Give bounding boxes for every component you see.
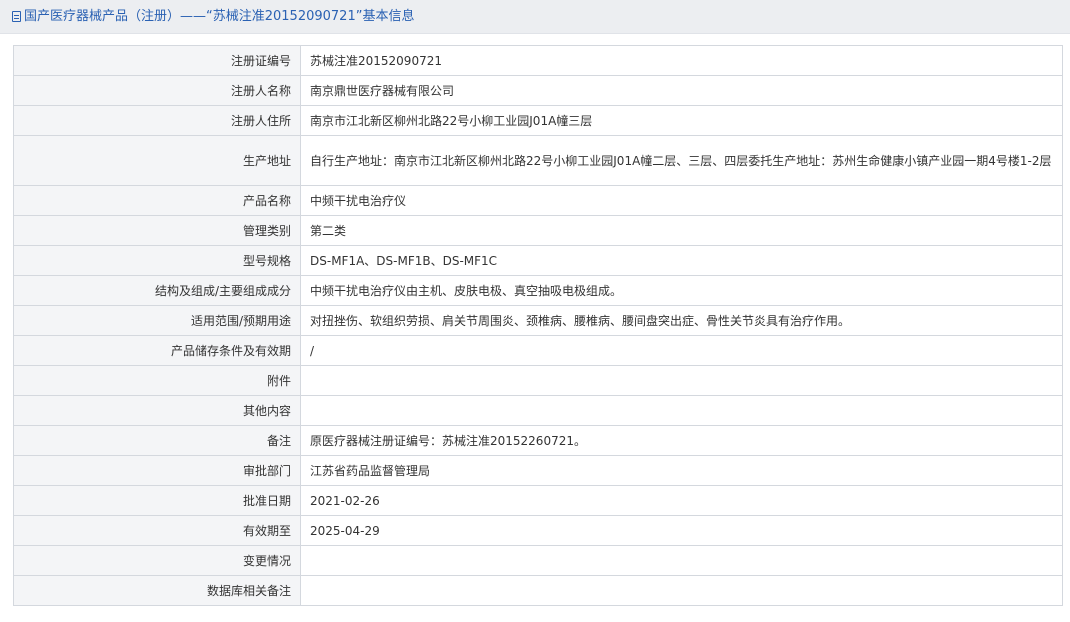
row-label: 产品名称	[13, 185, 301, 216]
row-value: 第二类	[300, 215, 1063, 246]
table-row: 变更情况	[13, 545, 1063, 576]
table-row: 注册人住所 南京市江北新区柳州北路22号小柳工业园J01A幢三层	[13, 105, 1063, 136]
table-row: 产品名称 中频干扰电治疗仪	[13, 185, 1063, 216]
row-label: 审批部门	[13, 455, 301, 486]
info-table-container: 注册证编号 苏械注准20152090721 注册人名称 南京鼎世医疗器械有限公司…	[13, 45, 1063, 606]
table-row: 适用范围/预期用途 对扭挫伤、软组织劳损、肩关节周围炎、颈椎病、腰椎病、腰间盘突…	[13, 305, 1063, 336]
table-row: 有效期至 2025-04-29	[13, 515, 1063, 546]
row-value: 南京市江北新区柳州北路22号小柳工业园J01A幢三层	[300, 105, 1063, 136]
row-value: 2025-04-29	[300, 515, 1063, 546]
row-value: 2021-02-26	[300, 485, 1063, 516]
table-row: 管理类别 第二类	[13, 215, 1063, 246]
row-value: 原医疗器械注册证编号：苏械注准20152260721。	[300, 425, 1063, 456]
document-icon	[12, 11, 21, 22]
row-label: 管理类别	[13, 215, 301, 246]
table-row: 批准日期 2021-02-26	[13, 485, 1063, 516]
row-value: 南京鼎世医疗器械有限公司	[300, 75, 1063, 106]
row-label: 批准日期	[13, 485, 301, 516]
row-value: 江苏省药品监督管理局	[300, 455, 1063, 486]
table-row: 产品储存条件及有效期 /	[13, 335, 1063, 366]
row-value: 中频干扰电治疗仪	[300, 185, 1063, 216]
row-label: 备注	[13, 425, 301, 456]
table-row: 附件	[13, 365, 1063, 396]
row-value: 自行生产地址：南京市江北新区柳州北路22号小柳工业园J01A幢二层、三层、四层委…	[300, 135, 1063, 186]
page-header: 国产医疗器械产品（注册）——“苏械注准20152090721”基本信息	[0, 0, 1070, 34]
row-label: 注册人住所	[13, 105, 301, 136]
row-label: 注册人名称	[13, 75, 301, 106]
table-row: 注册人名称 南京鼎世医疗器械有限公司	[13, 75, 1063, 106]
row-value: 对扭挫伤、软组织劳损、肩关节周围炎、颈椎病、腰椎病、腰间盘突出症、骨性关节炎具有…	[300, 305, 1063, 336]
row-label: 数据库相关备注	[13, 575, 301, 606]
table-row: 备注 原医疗器械注册证编号：苏械注准20152260721。	[13, 425, 1063, 456]
row-value	[300, 365, 1063, 396]
row-label: 注册证编号	[13, 45, 301, 76]
row-label: 结构及组成/主要组成成分	[13, 275, 301, 306]
row-value: /	[300, 335, 1063, 366]
table-row: 结构及组成/主要组成成分 中频干扰电治疗仪由主机、皮肤电极、真空抽吸电极组成。	[13, 275, 1063, 306]
row-label: 有效期至	[13, 515, 301, 546]
table-row: 注册证编号 苏械注准20152090721	[13, 45, 1063, 76]
row-value	[300, 395, 1063, 426]
page-title: 国产医疗器械产品（注册）——“苏械注准20152090721”基本信息	[24, 9, 415, 24]
table-row: 其他内容	[13, 395, 1063, 426]
row-value	[300, 545, 1063, 576]
info-table: 注册证编号 苏械注准20152090721 注册人名称 南京鼎世医疗器械有限公司…	[13, 45, 1063, 606]
table-row: 型号规格 DS-MF1A、DS-MF1B、DS-MF1C	[13, 245, 1063, 276]
row-label: 变更情况	[13, 545, 301, 576]
row-value: DS-MF1A、DS-MF1B、DS-MF1C	[300, 245, 1063, 276]
table-row: 生产地址 自行生产地址：南京市江北新区柳州北路22号小柳工业园J01A幢二层、三…	[13, 135, 1063, 186]
row-label: 生产地址	[13, 135, 301, 186]
row-value: 中频干扰电治疗仪由主机、皮肤电极、真空抽吸电极组成。	[300, 275, 1063, 306]
row-label: 附件	[13, 365, 301, 396]
row-value: 苏械注准20152090721	[300, 45, 1063, 76]
row-value	[300, 575, 1063, 606]
row-label: 产品储存条件及有效期	[13, 335, 301, 366]
row-label: 型号规格	[13, 245, 301, 276]
table-row: 审批部门 江苏省药品监督管理局	[13, 455, 1063, 486]
row-label: 其他内容	[13, 395, 301, 426]
row-label: 适用范围/预期用途	[13, 305, 301, 336]
table-row: 数据库相关备注	[13, 575, 1063, 606]
